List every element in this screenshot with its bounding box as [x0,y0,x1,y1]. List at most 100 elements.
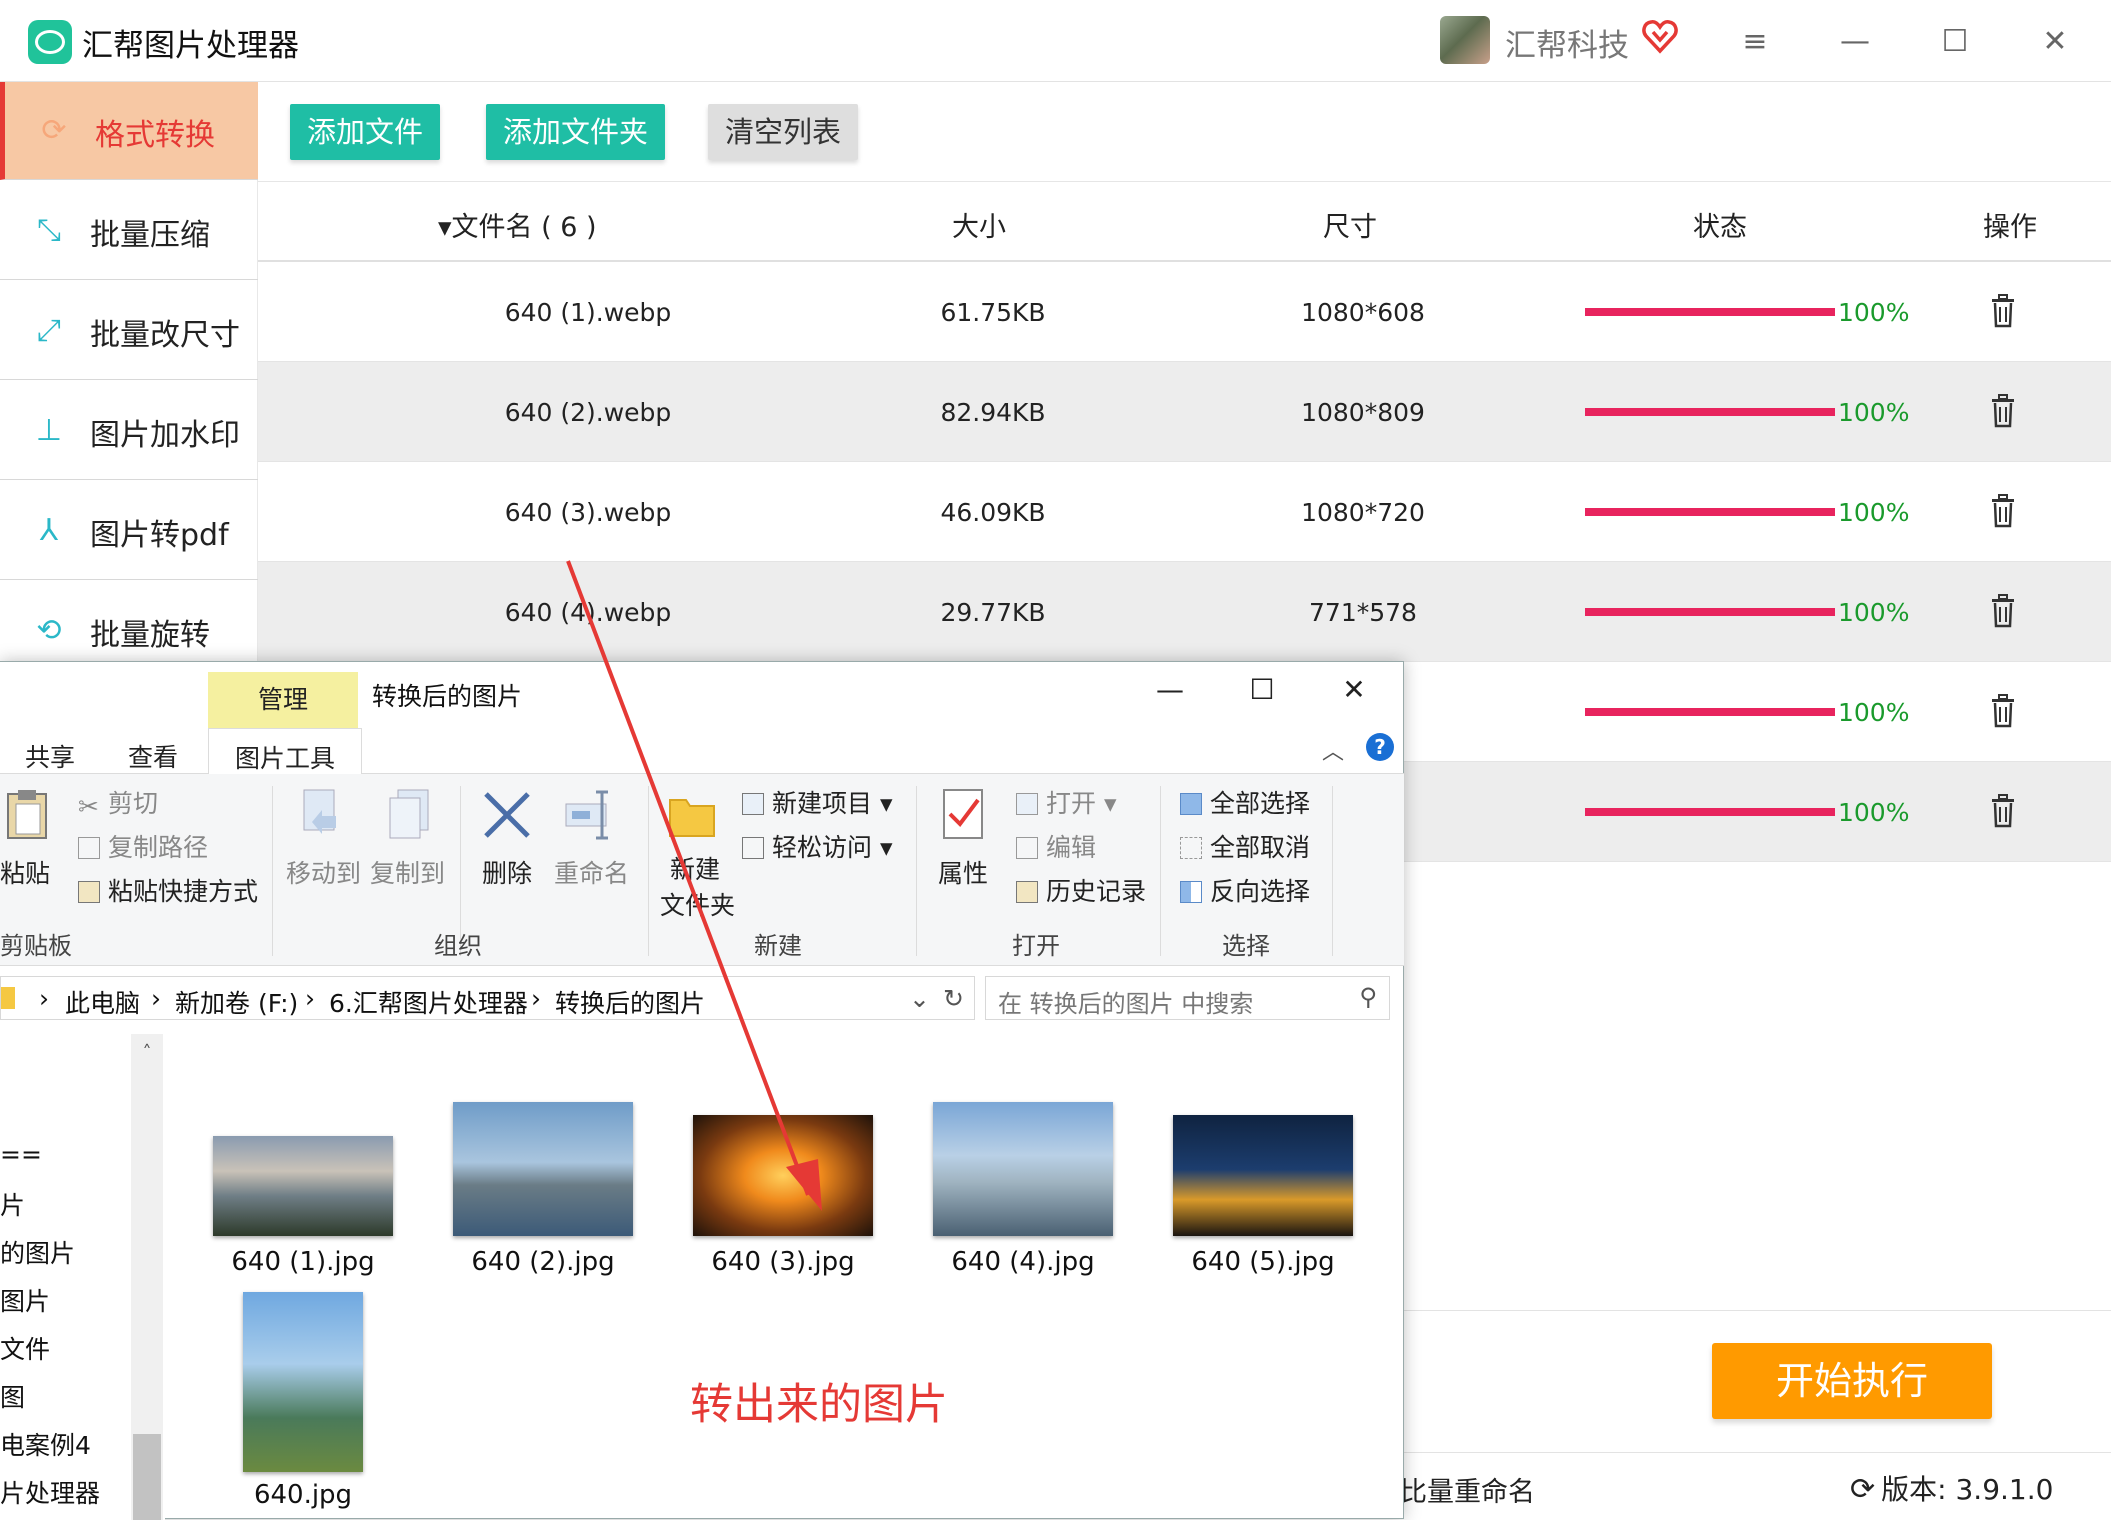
thumbnail-image[interactable] [1173,1115,1353,1236]
refresh-icon: ⟳ [1850,1472,1876,1507]
breadcrumb-sep: › [305,984,315,1013]
group-open: 打开 [1012,932,1060,960]
maximize-button[interactable]: ☐ [1935,22,1975,62]
close-button[interactable]: ✕ [2035,22,2075,62]
scroll-up-icon[interactable]: ˄ [131,1042,163,1066]
file-name[interactable]: 640 (1).jpg [203,1247,403,1277]
table-row[interactable]: 640 (1).webp 61.75KB 1080*608 100% [258,262,2111,362]
open-icon [1016,793,1038,815]
help-icon[interactable]: ? [1366,733,1394,761]
table-row[interactable]: 640 (4).webp 29.77KB 771*578 100% [258,562,2111,662]
ribbon-separator [1160,786,1161,956]
select-all-button[interactable]: 全部选择 [1180,784,1310,820]
collapse-ribbon-icon[interactable]: ︿ [1322,734,1344,766]
move-to-icon [303,789,336,834]
sidebar-item-label: 图片转pdf [90,518,229,553]
history-label: 历史记录 [1046,877,1147,906]
nav-item[interactable]: 片处理器 [0,1474,100,1510]
sidebar-item-pdf[interactable]: ⅄ 图片转pdf [0,482,258,580]
thumbnail-image[interactable] [243,1292,363,1472]
app-window: 汇帮图片处理器 汇帮科技 ≡ — ☐ ✕ ⟳ 格式转换 ⤡ 批量压缩 ⤢ 批量改… [0,0,2111,1520]
nav-item[interactable]: 图片 [0,1282,50,1318]
properties-button[interactable]: 属性 [938,854,988,890]
copy-path-button[interactable]: 复制路径 [78,828,208,864]
select-none-button[interactable]: 全部取消 [1180,828,1310,864]
rotate-icon: ⟲ [36,613,62,648]
delete-button[interactable]: 删除 [482,854,532,890]
sidebar-item-compress[interactable]: ⤡ 批量压缩 [0,182,258,280]
file-size-cell: 61.75KB [940,298,1046,327]
file-dimensions-cell: 1080*809 [1301,398,1425,427]
table-row[interactable]: 640 (2).webp 82.94KB 1080*809 100% [258,362,2111,462]
vip-heart-icon[interactable] [1642,18,1678,54]
explorer-maximize-button[interactable]: ☐ [1242,670,1282,710]
tab-manage[interactable]: 管理 [208,672,358,728]
nav-item[interactable]: 的图片 [0,1234,75,1270]
trash-icon[interactable] [1990,594,2016,628]
clear-list-button[interactable]: 清空列表 [708,104,859,160]
copy-to-button[interactable]: 复制到 [370,854,445,890]
sidebar-item-watermark[interactable]: ⊥ 图片加水印 [0,382,258,480]
table-row[interactable]: 640 (3).webp 46.09KB 1080*720 100% [258,462,2111,562]
menu-icon[interactable]: ≡ [1735,22,1775,62]
version-info[interactable]: ⟳ 版本: 3.9.1.0 [1850,1468,2053,1508]
explorer-close-button[interactable]: ✕ [1334,670,1374,710]
breadcrumb-sep: › [531,984,541,1013]
trash-icon[interactable] [1990,294,2016,328]
trash-icon[interactable] [1990,394,2016,428]
app-logo-icon [28,20,72,64]
thumbnail-image[interactable] [933,1102,1113,1236]
sidebar-item-resize[interactable]: ⤢ 批量改尺寸 [0,282,258,380]
tab-picture-tools[interactable]: 图片工具 [208,728,363,775]
trash-icon[interactable] [1990,494,2016,528]
trash-icon[interactable] [1990,794,2016,828]
progress-percent: 100% [1838,398,1910,427]
file-name-cell: 640 (2).webp [504,398,672,427]
add-folder-button[interactable]: 添加文件夹 [486,104,666,160]
refresh-icon[interactable]: ↻ [943,984,964,1013]
move-to-button[interactable]: 移动到 [286,854,361,890]
file-name[interactable]: 640 (4).jpg [923,1247,1123,1277]
file-size-cell: 82.94KB [940,398,1046,427]
tab-view[interactable]: 查看 [128,738,178,774]
nav-scrollbar[interactable]: ˄ [131,1034,163,1520]
group-organize: 组织 [434,932,482,960]
nav-item[interactable]: == [0,1140,42,1169]
trash-icon[interactable] [1990,694,2016,728]
batch-rename-link[interactable]: 比量重命名 [1400,1470,1535,1509]
column-filename[interactable]: ▾文件名 ( 6 ) [438,205,597,244]
file-name[interactable]: 640.jpg [203,1480,403,1510]
nav-item[interactable]: 图 [0,1378,25,1414]
paste-button[interactable]: 粘贴 [0,854,50,890]
edit-button[interactable]: 编辑 [1016,828,1096,864]
start-button[interactable]: 开始执行 [1712,1343,1992,1419]
user-avatar[interactable] [1440,16,1490,64]
progress-fill [1585,808,1835,816]
file-name[interactable]: 640 (5).jpg [1163,1247,1363,1277]
add-file-button[interactable]: 添加文件 [290,104,441,160]
history-button[interactable]: 历史记录 [1016,872,1146,908]
file-name[interactable]: 640 (3).jpg [683,1247,883,1277]
chevron-down-icon[interactable]: ⌄ [909,984,930,1013]
open-button[interactable]: 打开 ▾ [1016,784,1117,820]
paste-shortcut-button[interactable]: 粘贴快捷方式 [78,872,258,908]
invert-selection-button[interactable]: 反向选择 [1180,872,1310,908]
progress-bar [1585,408,1835,416]
cut-button[interactable]: ✂ 剪切 [78,784,158,821]
sidebar-item-label: 批量旋转 [90,618,210,653]
explorer-minimize-button[interactable]: — [1150,670,1190,710]
scroll-thumb[interactable] [133,1434,161,1520]
minimize-button[interactable]: — [1835,22,1875,62]
nav-item[interactable]: 电案例4 [0,1426,91,1462]
breadcrumb-this-pc[interactable]: 此电脑 [65,984,140,1020]
file-size-cell: 46.09KB [940,498,1046,527]
tab-share[interactable]: 共享 [25,738,75,774]
nav-item[interactable]: 文件 [0,1330,50,1366]
sidebar-item-format-convert[interactable]: ⟳ 格式转换 [0,82,258,180]
breadcrumb-app-folder[interactable]: 6.汇帮图片处理器 [329,984,528,1020]
file-name[interactable]: 640 (2).jpg [443,1247,643,1277]
search-input[interactable]: 在 转换后的图片 中搜索 ⚲ [985,976,1390,1020]
breadcrumb-drive[interactable]: 新加卷 (F:) [175,984,298,1020]
nav-item[interactable]: 片 [0,1186,25,1222]
thumbnail-image[interactable] [213,1136,393,1236]
